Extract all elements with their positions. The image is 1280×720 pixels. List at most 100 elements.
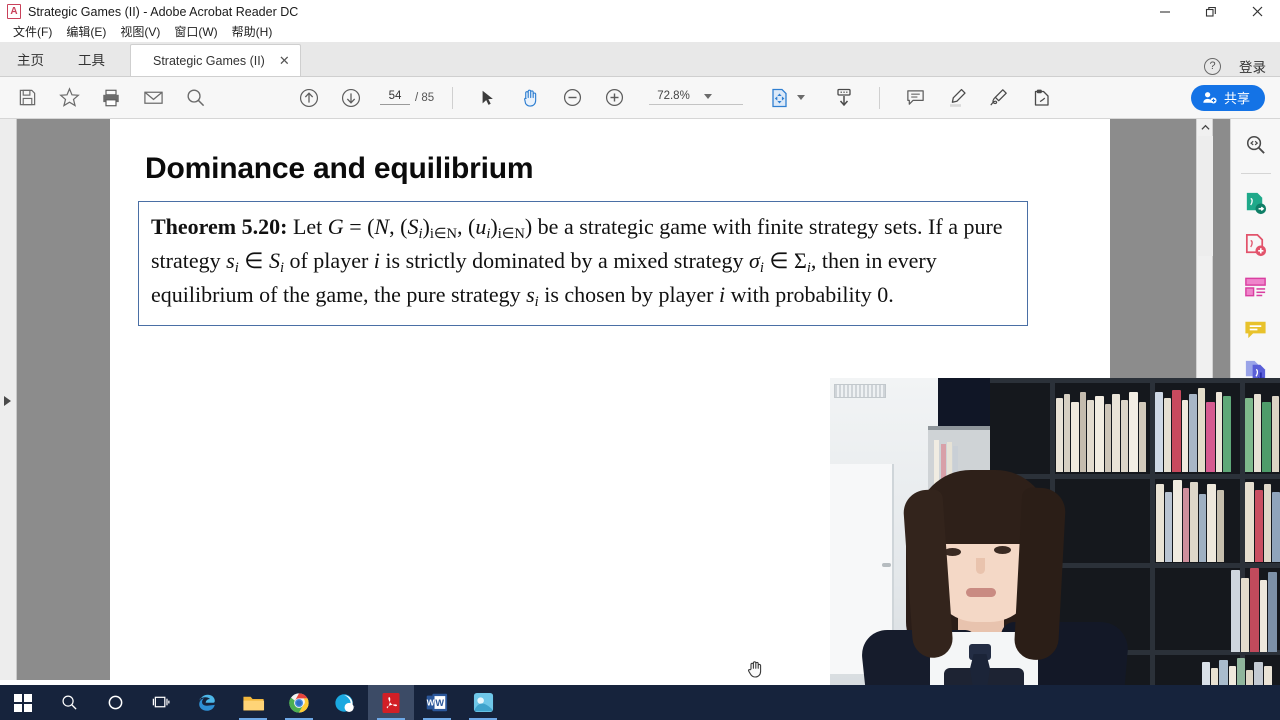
sub-in-2: i∈N: [497, 226, 525, 243]
minimize-button[interactable]: [1142, 0, 1188, 23]
windows-logo-icon: [14, 693, 32, 712]
close-button[interactable]: [1234, 0, 1280, 23]
chrome-icon[interactable]: [276, 685, 322, 720]
theorem-t9: is strictly dominated by a mixed strateg…: [379, 247, 749, 273]
tab-strip-right: ? 登录: [1204, 56, 1280, 76]
theorem-t6: ): [490, 214, 498, 239]
zoom-selector[interactable]: 72.8%: [649, 90, 744, 105]
search-pdf-icon[interactable]: [1241, 129, 1271, 159]
theorem-t8: of player: [283, 247, 374, 273]
tab-tools[interactable]: 工具: [61, 41, 122, 76]
webcam-overlay: [830, 378, 1280, 720]
share-person-icon: [1203, 92, 1217, 104]
svg-text:W: W: [427, 699, 435, 708]
save-icon[interactable]: [6, 77, 48, 119]
tab-document[interactable]: Strategic Games (II) ✕: [130, 44, 301, 76]
comment-icon[interactable]: [894, 77, 936, 119]
zoom-in-icon[interactable]: [593, 77, 635, 119]
eye-right: [994, 546, 1011, 554]
vent: [834, 384, 886, 398]
toolbar-divider: [452, 86, 454, 109]
hand-tool-icon[interactable]: [509, 77, 551, 119]
var-s2: s: [526, 281, 535, 307]
toolbar: 54 / 85 72.8% 共享: [0, 77, 1280, 119]
fill-sign-icon[interactable]: [1020, 77, 1062, 119]
menu-file[interactable]: 文件(F): [6, 23, 59, 42]
highlight-icon[interactable]: [936, 77, 978, 119]
scroll-up-icon[interactable]: [1197, 119, 1214, 136]
books-row-2: [1154, 388, 1238, 472]
theorem-t1: Let: [287, 214, 328, 239]
file-explorer-icon[interactable]: [230, 685, 276, 720]
var-Sigma: Σ: [794, 247, 807, 273]
menu-help[interactable]: 帮助(H): [225, 23, 280, 42]
menu-edit[interactable]: 编辑(E): [59, 23, 113, 42]
fit-page-icon[interactable]: [759, 77, 801, 119]
acrobat-reader-icon[interactable]: [368, 685, 414, 720]
scrollbar-thumb[interactable]: [1198, 136, 1213, 256]
export-pdf-icon[interactable]: [1241, 188, 1271, 218]
theorem-t3: , (: [389, 214, 408, 239]
print-icon[interactable]: [90, 77, 132, 119]
nose: [976, 558, 985, 574]
books-row-5: [1244, 478, 1280, 562]
books-row-6: [1230, 566, 1280, 652]
media-app-icon[interactable]: [460, 685, 506, 720]
zoom-out-icon[interactable]: [551, 77, 593, 119]
books-row-4: [1154, 478, 1238, 562]
page-navigation[interactable]: 54 / 85: [380, 90, 434, 105]
task-view-icon[interactable]: [138, 685, 184, 720]
cortana-icon[interactable]: [92, 685, 138, 720]
hand-cursor: [746, 657, 766, 679]
mouth: [966, 588, 996, 597]
previous-page-icon[interactable]: [288, 77, 330, 119]
word-icon[interactable]: WW: [414, 685, 460, 720]
acrobat-window: A Strategic Games (II) - Adobe Acrobat R…: [0, 0, 1280, 720]
page-number-input[interactable]: 54: [380, 90, 410, 105]
menu-view[interactable]: 视图(V): [113, 23, 167, 42]
tab-strip: 主页 工具 Strategic Games (II) ✕ ? 登录: [0, 42, 1280, 77]
chevron-down-icon[interactable]: [703, 93, 712, 99]
tab-document-label: Strategic Games (II): [153, 53, 265, 68]
rail-divider: [1240, 173, 1271, 174]
expand-navigation-pane-icon[interactable]: [4, 396, 11, 406]
help-icon[interactable]: ?: [1204, 57, 1221, 75]
windows-taskbar: WW: [0, 685, 1280, 720]
theorem-t11: is chosen by player: [538, 281, 719, 307]
hair-right: [1013, 486, 1067, 662]
fit-page-chevron-icon[interactable]: [797, 95, 806, 100]
acrobat-icon: A: [7, 4, 21, 19]
organize-pages-icon[interactable]: [1241, 272, 1271, 302]
create-pdf-icon[interactable]: [1241, 230, 1271, 260]
menu-window[interactable]: 窗口(W): [167, 23, 224, 42]
draw-icon[interactable]: [978, 77, 1020, 119]
var-sigma: σ: [748, 247, 760, 273]
page-total-label: / 85: [415, 91, 435, 104]
qq-browser-icon[interactable]: [322, 685, 368, 720]
var-u: u: [475, 214, 487, 239]
scroll-mode-icon[interactable]: [823, 77, 865, 119]
var-N: N: [374, 214, 390, 239]
next-page-icon[interactable]: [330, 77, 372, 119]
theorem-label: Theorem 5.20:: [151, 214, 288, 239]
theorem-in1: ∈: [238, 247, 269, 273]
email-icon[interactable]: [132, 77, 174, 119]
close-icon[interactable]: ✕: [279, 53, 290, 69]
navigation-pane-collapsed[interactable]: [0, 119, 17, 680]
sub-in-1: i∈N: [429, 226, 457, 243]
search-icon[interactable]: [174, 77, 216, 119]
share-button[interactable]: 共享: [1190, 84, 1265, 111]
restore-button[interactable]: [1188, 0, 1234, 23]
sign-in-button[interactable]: 登录: [1239, 56, 1266, 76]
start-button[interactable]: [0, 685, 46, 720]
select-cursor-icon[interactable]: [467, 77, 509, 119]
edge-icon[interactable]: [184, 685, 230, 720]
theorem-t5: , (: [456, 214, 476, 239]
star-icon[interactable]: [48, 77, 90, 119]
search-taskbar-icon[interactable]: [46, 685, 92, 720]
tab-home[interactable]: 主页: [0, 41, 61, 76]
books-row-1: [1054, 390, 1148, 472]
toolbar-divider-2: [879, 86, 881, 109]
var-S2: S: [268, 247, 280, 273]
comment-tool-icon[interactable]: [1241, 314, 1271, 344]
